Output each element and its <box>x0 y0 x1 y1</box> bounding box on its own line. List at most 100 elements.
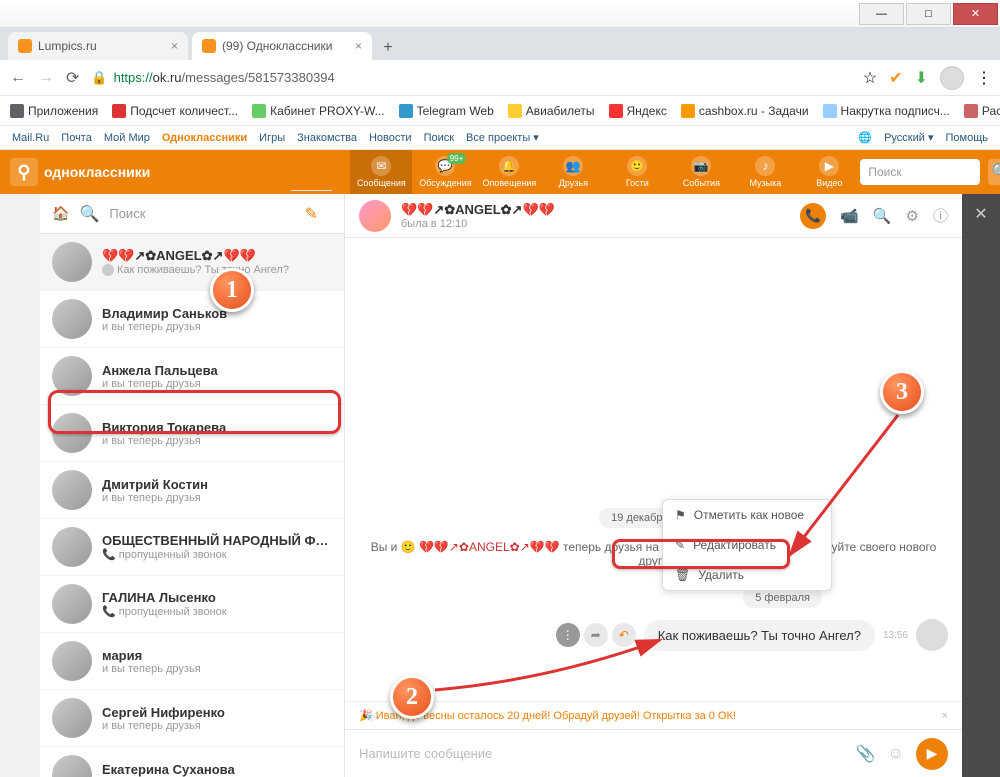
close-icon[interactable]: × <box>171 39 178 53</box>
chat-preview: и вы теперь друзья <box>102 663 332 675</box>
toolbar-link[interactable]: Игры <box>259 132 285 144</box>
chat-item[interactable]: Дмитрий Костин и вы теперь друзья <box>40 462 344 519</box>
bookmark-item[interactable]: Яндекс <box>609 104 667 118</box>
close-icon[interactable]: × <box>942 710 948 722</box>
call-button[interactable]: 📞 <box>800 203 826 229</box>
globe-icon: 🌐 <box>858 131 872 144</box>
search-button[interactable]: 🔍 <box>988 159 1000 185</box>
annotation-arrow <box>430 630 680 710</box>
close-icon[interactable]: × <box>355 39 362 53</box>
star-icon[interactable]: ☆ <box>863 68 877 88</box>
extension-icon[interactable]: ⬇ <box>915 68 928 88</box>
bookmark-item[interactable]: Telegram Web <box>399 104 494 118</box>
new-tab-button[interactable]: + <box>376 36 400 60</box>
nav-discussions[interactable]: 💬99+Обсуждения <box>414 150 476 194</box>
lock-icon: 🔒 <box>91 70 107 86</box>
back-icon[interactable]: ← <box>10 69 26 87</box>
url-scheme: https:// <box>114 70 153 85</box>
toolbar-link[interactable]: Мой Мир <box>104 132 150 144</box>
attach-icon[interactable]: 📎 <box>856 744 876 764</box>
contact-avatar[interactable] <box>359 200 391 232</box>
chat-name: ГАЛИНА Лысенко <box>102 590 332 605</box>
nav-label: События <box>683 178 720 188</box>
toolbar-link[interactable]: Все проекты ▾ <box>466 131 539 144</box>
chat-item[interactable]: Владимир Саньков и вы теперь друзья <box>40 291 344 348</box>
message-input[interactable]: Напишите сообщение <box>359 746 846 761</box>
bookmark-item[interactable]: Авиабилеты <box>508 104 595 118</box>
chat-name: мария <box>102 648 332 663</box>
chat-item[interactable]: мария и вы теперь друзья <box>40 633 344 690</box>
bookmark-label: Накрутка подписч... <box>841 104 950 118</box>
chat-item[interactable]: Екатерина Суханова и вы теперь друзья <box>40 747 344 777</box>
profile-avatar[interactable] <box>940 66 964 90</box>
right-strip: ✕ <box>962 194 1000 777</box>
message-avatar[interactable] <box>916 619 948 651</box>
menu-icon[interactable]: ⋮ <box>976 68 990 88</box>
tab-ok[interactable]: (99) Одноклассники × <box>192 32 372 60</box>
chatlist-items[interactable]: 💔💔↗✿ANGEL✿↗💔💔 Как поживаешь? Ты точно Ан… <box>40 234 344 777</box>
annotation-marker-1: 1 <box>210 268 254 312</box>
chatlist-search[interactable]: Поиск <box>109 206 280 221</box>
nav-guests[interactable]: 🙂Гости <box>606 150 668 194</box>
nav-video[interactable]: ▶Видео <box>798 150 860 194</box>
window-maximize[interactable]: □ <box>906 3 951 25</box>
bookmark-item[interactable]: Подсчет количест... <box>112 104 238 118</box>
nav-friends[interactable]: 👥Друзья <box>542 150 604 194</box>
url-path: /messages/581573380394 <box>182 70 335 85</box>
toolbar-link-active[interactable]: Одноклассники <box>162 132 247 144</box>
annotation-marker-2: 2 <box>390 675 434 719</box>
forward-icon[interactable]: → <box>38 69 54 87</box>
chat-item[interactable]: ОБЩЕСТВЕННЫЙ НАРОДНЫЙ ФОНД 📞 пропущенный… <box>40 519 344 576</box>
annotation-highlight <box>612 539 790 569</box>
contact-name: 💔💔↗✿ANGEL✿↗💔💔 <box>401 202 790 218</box>
bookmark-item[interactable]: Раскрутка групп вк... <box>964 104 1000 118</box>
bookmark-label: Приложения <box>28 104 98 118</box>
send-button[interactable]: ▶ <box>916 738 948 770</box>
toolbar-link[interactable]: Почта <box>61 132 92 144</box>
avatar <box>52 470 92 510</box>
reload-icon[interactable]: ⟳ <box>66 68 79 88</box>
tab-lumpics[interactable]: Lumpics.ru × <box>8 32 188 60</box>
nav-messages[interactable]: ✉Сообщения <box>350 150 412 194</box>
help-link[interactable]: Помощь <box>946 132 989 144</box>
language-selector[interactable]: Русский ▾ <box>884 131 933 144</box>
chatlist-header: 🏠 🔍 Поиск ✎ <box>40 194 344 234</box>
extension-icon[interactable]: ✔ <box>889 68 902 88</box>
nav-notifications[interactable]: 🔔Оповещения <box>478 150 540 194</box>
toolbar-link[interactable]: Mail.Ru <box>12 132 49 144</box>
apps-button[interactable]: Приложения <box>10 104 98 118</box>
search-icon[interactable]: 🔍 <box>873 207 892 225</box>
window-minimize[interactable]: — <box>859 3 904 25</box>
bookmark-item[interactable]: Накрутка подписч... <box>823 104 950 118</box>
nav-music[interactable]: ♪Музыка <box>734 150 796 194</box>
address-field[interactable]: 🔒 https://ok.ru/messages/581573380394 <box>91 70 850 86</box>
sys-pre: Вы и 🙂 <box>371 540 419 554</box>
close-icon[interactable]: ✕ <box>974 204 987 224</box>
site-nav: ✉Сообщения 💬99+Обсуждения 🔔Оповещения 👥Д… <box>350 150 860 194</box>
apps-icon <box>10 104 24 118</box>
site-logo[interactable]: ⚲ одноклассники <box>10 158 150 186</box>
toolbar-link[interactable]: Поиск <box>424 132 454 144</box>
bookmark-item[interactable]: Кабинет PROXY-W... <box>252 104 385 118</box>
bookmark-item[interactable]: cashbox.ru - Задачи <box>681 104 809 118</box>
chat-item[interactable]: ГАЛИНА Лысенко 📞 пропущенный звонок <box>40 576 344 633</box>
search-input[interactable]: Поиск <box>860 159 980 185</box>
chat-item[interactable]: 💔💔↗✿ANGEL✿↗💔💔 Как поживаешь? Ты точно Ан… <box>40 234 344 291</box>
chat-name: Анжела Пальцева <box>102 363 332 378</box>
toolbar-link[interactable]: Знакомства <box>297 132 357 144</box>
chat-preview: и вы теперь друзья <box>102 720 332 732</box>
compose-icon[interactable]: ✎ <box>291 190 332 238</box>
url-host: ok.ru <box>153 70 182 85</box>
video-call-icon[interactable]: 📹 <box>840 207 859 225</box>
window-close[interactable]: ✕ <box>953 3 998 25</box>
toolbar-link[interactable]: Новости <box>369 132 412 144</box>
chat-name: Сергей Нифиренко <box>102 705 332 720</box>
nav-events[interactable]: 📷События <box>670 150 732 194</box>
home-icon[interactable]: 🏠 <box>52 205 69 222</box>
emoji-icon[interactable]: ☺ <box>888 745 904 763</box>
avatar <box>52 242 92 282</box>
info-icon[interactable]: ⓘ <box>933 205 948 226</box>
chat-item[interactable]: Сергей Нифиренко и вы теперь друзья <box>40 690 344 747</box>
favicon <box>202 39 216 53</box>
settings-icon[interactable]: ⚙ <box>906 207 919 225</box>
